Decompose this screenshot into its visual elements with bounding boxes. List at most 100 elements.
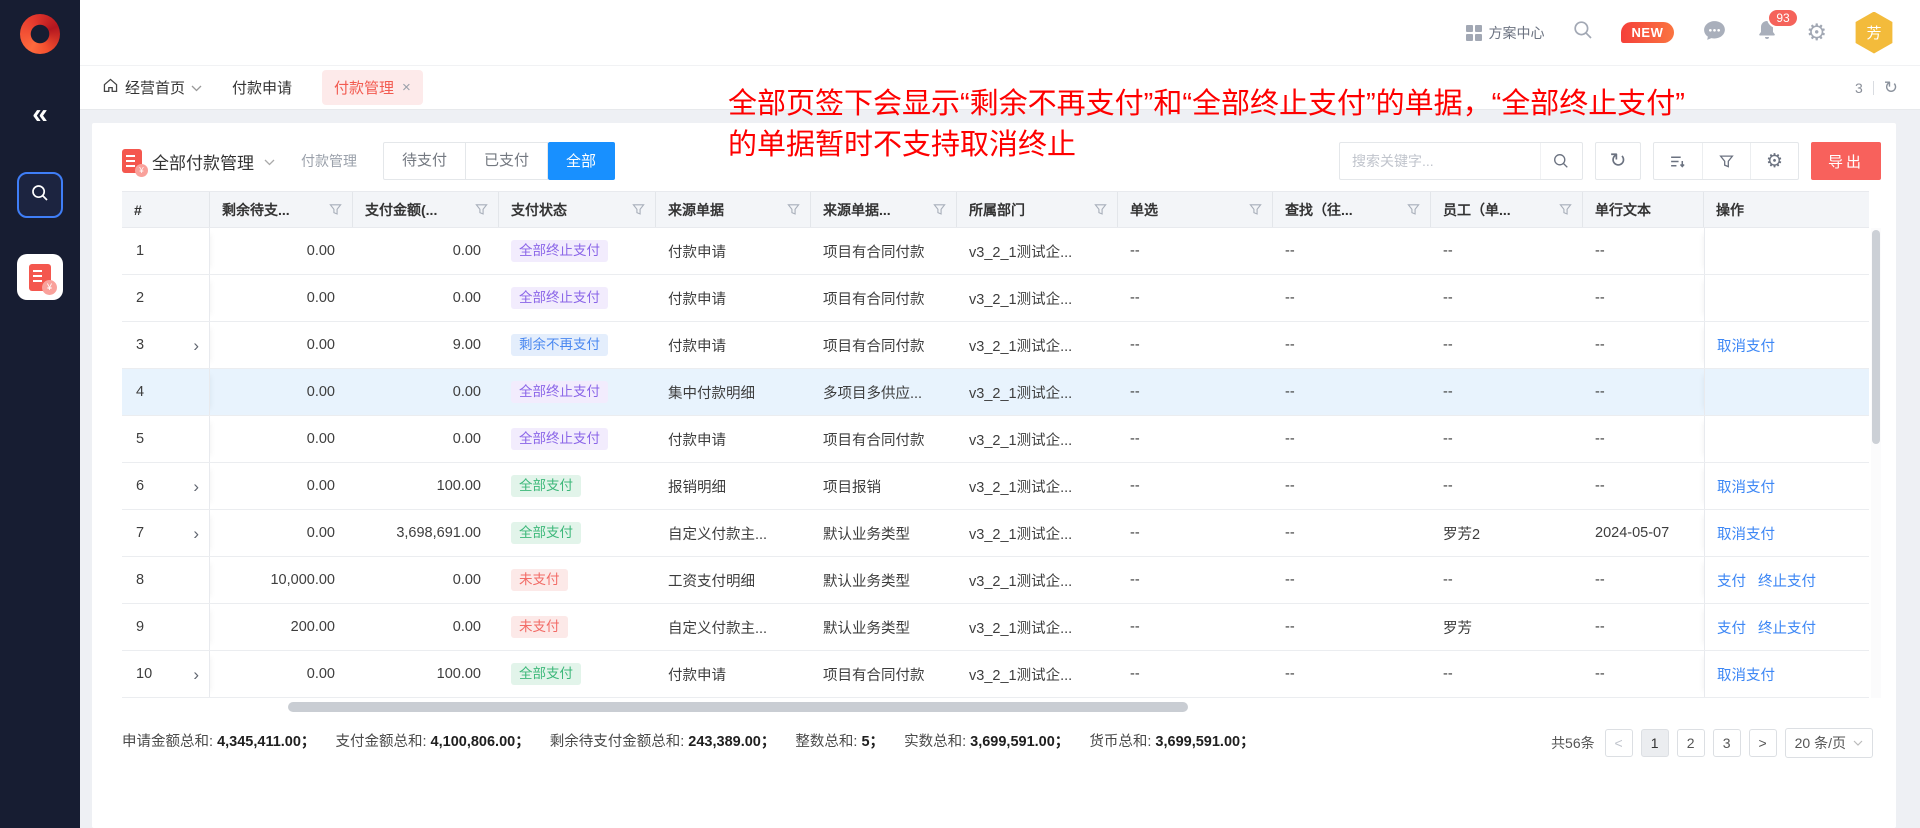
filter-icon[interactable]: [626, 203, 645, 216]
column-header[interactable]: 单行文本: [1583, 192, 1704, 227]
column-header[interactable]: 查找（往...: [1273, 192, 1431, 227]
action-link[interactable]: 取消支付: [1717, 523, 1775, 544]
lookup-cell: --: [1273, 416, 1431, 462]
notifications-button[interactable]: 93: [1755, 18, 1779, 47]
filter-icon[interactable]: [927, 203, 946, 216]
page-button[interactable]: 2: [1677, 729, 1705, 757]
text-cell: --: [1583, 275, 1704, 321]
table-row[interactable]: 40.000.00全部终止支付集中付款明细多项目多供应...v3_2_1测试企.…: [122, 369, 1869, 416]
column-header[interactable]: 所属部门: [957, 192, 1118, 227]
text-cell: --: [1583, 322, 1704, 368]
status-cell: 全部终止支付: [499, 369, 656, 415]
action-link[interactable]: 支付: [1717, 617, 1746, 638]
grid-icon: [1466, 25, 1482, 41]
brand-logo-icon[interactable]: [20, 14, 60, 54]
row-index: 4: [136, 384, 144, 400]
table-row[interactable]: 50.000.00全部终止支付付款申请项目有合同付款v3_2_1测试企...--…: [122, 416, 1869, 463]
expand-row-icon[interactable]: [193, 478, 199, 495]
filter-icon[interactable]: [1553, 203, 1572, 216]
search-box: [1339, 142, 1583, 180]
table-row[interactable]: 70.003,698,691.00全部支付自定义付款主...默认业务类型v3_2…: [122, 510, 1869, 557]
expand-row-icon[interactable]: [193, 666, 199, 683]
column-header[interactable]: 剩余待支...: [210, 192, 353, 227]
column-header[interactable]: #: [122, 192, 210, 227]
action-link[interactable]: 支付: [1717, 570, 1746, 591]
row-index: 5: [136, 431, 144, 447]
filter-icon[interactable]: [1243, 203, 1262, 216]
export-button[interactable]: 导出: [1811, 142, 1881, 180]
column-header[interactable]: 支付金额(...: [353, 192, 499, 227]
column-header[interactable]: 来源单据...: [811, 192, 957, 227]
sidebar-collapse-icon[interactable]: [32, 100, 48, 128]
expand-row-icon[interactable]: [193, 525, 199, 542]
action-link[interactable]: 取消支付: [1717, 664, 1775, 685]
gear-icon[interactable]: [1750, 143, 1798, 179]
new-badge[interactable]: NEW: [1621, 22, 1675, 43]
search-icon[interactable]: [1540, 143, 1582, 179]
column-header[interactable]: 单选: [1118, 192, 1273, 227]
filter-icon[interactable]: [781, 203, 800, 216]
tab-payment-request[interactable]: 付款申请: [232, 77, 292, 98]
radio-cell: --: [1118, 557, 1273, 603]
column-header[interactable]: 来源单据: [656, 192, 811, 227]
table-row[interactable]: 10.000.00全部终止支付付款申请项目有合同付款v3_2_1测试企...--…: [122, 228, 1869, 275]
vertical-scrollbar-thumb[interactable]: [1872, 230, 1880, 444]
page-button[interactable]: 3: [1713, 729, 1741, 757]
chat-icon[interactable]: [1701, 17, 1728, 49]
view-switcher[interactable]: ¥ 全部付款管理: [122, 149, 275, 174]
page-button[interactable]: 1: [1641, 729, 1669, 757]
filter-icon[interactable]: [323, 203, 342, 216]
next-page-button[interactable]: >: [1749, 729, 1777, 757]
avatar[interactable]: 芳: [1854, 12, 1894, 54]
scheme-center-button[interactable]: 方案中心: [1466, 23, 1545, 43]
tab-payment-manage[interactable]: 付款管理: [322, 70, 423, 105]
refresh-icon[interactable]: [1884, 79, 1898, 96]
table-row[interactable]: 60.00100.00全部支付报销明细项目报销v3_2_1测试企...-----…: [122, 463, 1869, 510]
segment-button[interactable]: 全部: [548, 142, 615, 180]
view-subtitle[interactable]: 付款管理: [301, 151, 357, 171]
horizontal-scrollbar-thumb[interactable]: [288, 702, 1188, 712]
close-icon[interactable]: [402, 79, 411, 96]
segment-button[interactable]: 已支付: [466, 142, 548, 180]
sort-icon[interactable]: [1654, 143, 1702, 179]
table-row[interactable]: 100.00100.00全部支付付款申请项目有合同付款v3_2_1测试企...-…: [122, 651, 1869, 698]
tab-counter: 3: [1855, 79, 1898, 96]
prev-page-button[interactable]: <: [1605, 729, 1633, 757]
column-header[interactable]: 支付状态: [499, 192, 656, 227]
row-index-cell: 7: [122, 510, 210, 556]
status-badge: 未支付: [511, 569, 568, 592]
table-row[interactable]: 20.000.00全部终止支付付款申请项目有合同付款v3_2_1测试企...--…: [122, 275, 1869, 322]
action-link[interactable]: 终止支付: [1758, 570, 1816, 591]
filter-icon[interactable]: [469, 203, 488, 216]
column-header[interactable]: 操作: [1704, 192, 1869, 227]
gear-icon[interactable]: [1806, 21, 1827, 44]
tab-home[interactable]: 经营首页: [102, 77, 202, 98]
lookup-cell: --: [1273, 651, 1431, 697]
status-cell: 未支付: [499, 557, 656, 603]
source-type-cell: 多项目多供应...: [811, 369, 957, 415]
expand-row-icon[interactable]: [193, 337, 199, 354]
search-input[interactable]: [1340, 153, 1540, 169]
filter-icon[interactable]: [1702, 143, 1750, 179]
table-row[interactable]: 9200.000.00未支付自定义付款主...默认业务类型v3_2_1测试企..…: [122, 604, 1869, 651]
action-link[interactable]: 取消支付: [1717, 335, 1775, 356]
summary-item: 支付金额总和: 4,100,806.00；: [335, 734, 529, 750]
amount-cell: 0.00: [353, 604, 499, 650]
text-cell: --: [1583, 369, 1704, 415]
search-icon[interactable]: [1572, 19, 1594, 46]
action-link[interactable]: 终止支付: [1758, 617, 1816, 638]
column-header[interactable]: 员工（单...: [1431, 192, 1583, 227]
table-row[interactable]: 30.009.00剩余不再支付付款申请项目有合同付款v3_2_1测试企...--…: [122, 322, 1869, 369]
sidebar-item-payment-module[interactable]: ¥: [17, 254, 63, 300]
source-doc-cell: 付款申请: [656, 322, 811, 368]
table-tools-group: [1653, 142, 1799, 180]
filter-icon[interactable]: [1401, 203, 1420, 216]
table-row[interactable]: 810,000.000.00未支付工资支付明细默认业务类型v3_2_1测试企..…: [122, 557, 1869, 604]
employee-cell: --: [1431, 228, 1583, 274]
refresh-button[interactable]: [1595, 142, 1641, 180]
action-link[interactable]: 取消支付: [1717, 476, 1775, 497]
page-size-select[interactable]: 20 条/页: [1785, 728, 1873, 758]
segment-button[interactable]: 待支付: [383, 142, 466, 180]
filter-icon[interactable]: [1088, 203, 1107, 216]
sidebar-search-button[interactable]: [17, 172, 63, 218]
